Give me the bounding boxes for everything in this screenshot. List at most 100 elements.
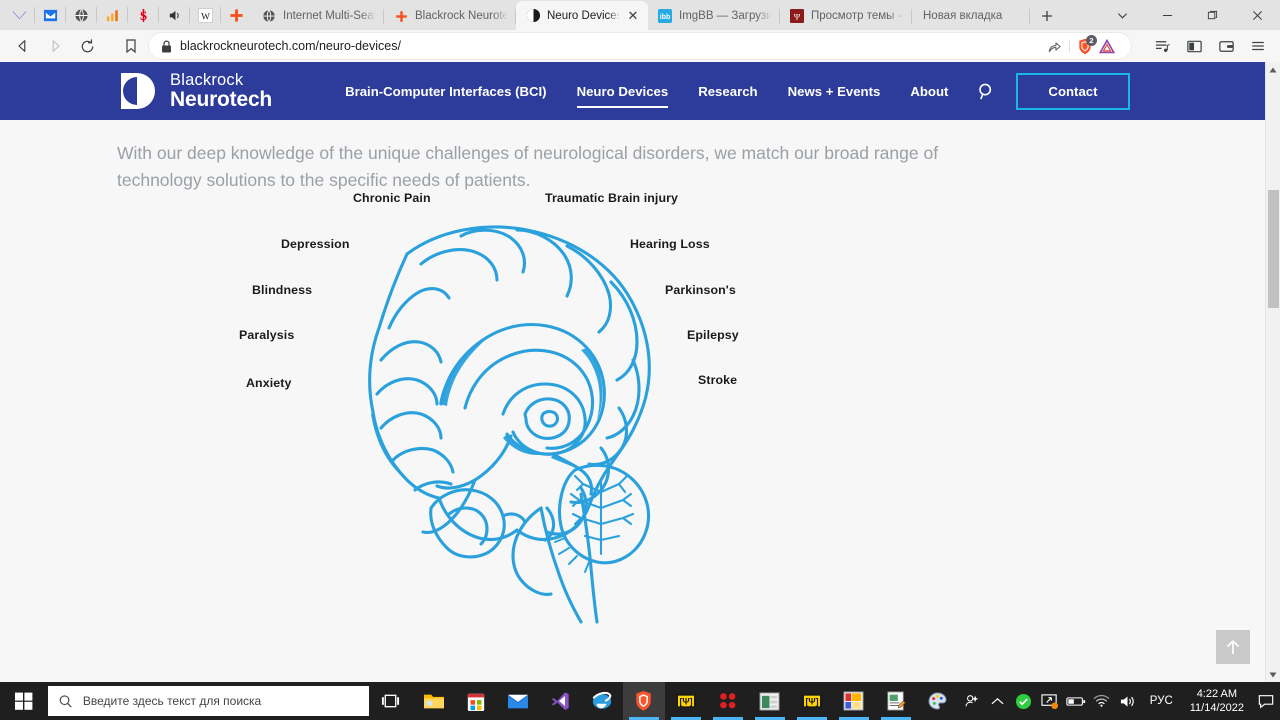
brain-label-depression: Depression <box>281 237 350 252</box>
tab-label: Просмотр темы - C <box>811 10 904 22</box>
task-view-button[interactable] <box>369 682 413 720</box>
sidebar-button[interactable] <box>1180 32 1208 60</box>
taskbar-brave[interactable] <box>622 682 665 720</box>
pinned-tab-speaker[interactable] <box>159 0 190 30</box>
people-button[interactable] <box>959 682 985 720</box>
new-tab-button[interactable] <box>1030 2 1064 30</box>
tab-close-button[interactable]: ✕ <box>626 9 640 22</box>
chevron-up-icon <box>991 697 1004 704</box>
nav-item-neuro-devices[interactable]: Neuro Devices <box>562 84 684 108</box>
tab-blackrock-neurotech[interactable]: Blackrock Neurotech <box>384 2 516 30</box>
display-settings-icon[interactable] <box>1037 682 1063 720</box>
bookmark-icon <box>126 39 136 54</box>
windows-icon <box>14 692 33 710</box>
taskbar-microsoft-store[interactable] <box>455 682 497 720</box>
maximize-icon <box>1207 10 1218 19</box>
back-to-top-button[interactable] <box>1216 630 1250 664</box>
scrollbar-up-arrow[interactable] <box>1266 62 1280 77</box>
nav-item-research[interactable]: Research <box>683 84 772 99</box>
taskbar-yellow-app-2[interactable]: [Ψ] <box>791 682 833 720</box>
search-icon <box>979 83 992 99</box>
people-icon <box>965 695 979 707</box>
battery-icon-wrap[interactable] <box>1063 682 1089 720</box>
reload-button[interactable] <box>72 31 102 61</box>
page-viewport: Blackrock Neurotech Brain-Computer Inter… <box>0 62 1280 682</box>
svg-text:[Ψ]: [Ψ] <box>679 697 692 707</box>
site-search-button[interactable] <box>977 82 996 101</box>
taskbar-visual-studio[interactable] <box>539 682 581 720</box>
pinned-tab-chart[interactable] <box>97 0 128 30</box>
taskbar-yellow-app[interactable]: [Ψ] <box>665 682 707 720</box>
system-tray: РУС 4:22 AM 11/14/2022 <box>959 682 1280 720</box>
close-button[interactable] <box>1235 0 1280 30</box>
tab-neuro-devices[interactable]: Neuro Devices ✕ <box>516 1 648 30</box>
forward-arrow-icon <box>52 40 60 52</box>
chevron-down-icon <box>1269 672 1277 677</box>
tab-new-tab[interactable]: Новая вкладка <box>912 2 1030 30</box>
site-logo[interactable]: Blackrock Neurotech <box>117 70 272 112</box>
wifi-icon-wrap[interactable] <box>1089 682 1115 720</box>
svg-text:W: W <box>201 12 210 22</box>
nav-item-about[interactable]: About <box>895 84 963 99</box>
pinned-tab-wikipedia[interactable]: W <box>190 0 221 30</box>
task-view-icon <box>382 694 400 708</box>
reload-icon <box>81 38 93 52</box>
pinned-tab-plus-orange[interactable] <box>221 0 252 30</box>
share-button[interactable] <box>1047 39 1062 54</box>
language-indicator[interactable]: РУС <box>1141 695 1182 707</box>
pinned-tab-globe[interactable] <box>66 0 97 30</box>
tab-forum-topic[interactable]: Ψ Просмотр темы - C <box>780 2 912 30</box>
security-status-icon[interactable] <box>1011 682 1037 720</box>
blackrock-icon <box>525 8 541 24</box>
forward-button[interactable] <box>40 31 70 61</box>
logo-line-1: Blackrock <box>170 71 244 89</box>
internet-explorer-icon <box>592 691 612 709</box>
pinned-tab-sparkasse[interactable]: S <box>128 0 159 30</box>
taskbar-internet-explorer[interactable] <box>581 682 623 720</box>
address-bar[interactable]: blackrockneurotech.com/neuro-devices/ | … <box>148 32 1132 60</box>
brave-shield-button[interactable]: 2 <box>1077 34 1097 55</box>
tab-strip: S W Internet Multi-Search Blackrock Neur… <box>0 0 1280 30</box>
contact-button[interactable]: Contact <box>1016 72 1130 110</box>
bookmark-button[interactable] <box>114 32 148 60</box>
start-button[interactable] <box>0 682 48 720</box>
site-navigation: Brain-Computer Interfaces (BCI) Neuro De… <box>330 72 1130 110</box>
tab-internet-multi-search[interactable]: Internet Multi-Search <box>252 2 384 30</box>
show-hidden-icons-button[interactable] <box>985 682 1011 720</box>
nav-item-news-events[interactable]: News + Events <box>773 84 896 99</box>
pinned-tab-mail-blue[interactable] <box>35 0 66 30</box>
color-panels-icon <box>843 691 864 711</box>
taskbar-red-dots-app[interactable] <box>707 682 749 720</box>
tab-label: ImgBB — Загрузить <box>679 10 772 22</box>
window-app-icon <box>759 691 780 711</box>
scrollbar-thumb[interactable] <box>1268 190 1279 308</box>
browser-toolbar: blackrockneurotech.com/neuro-devices/ | … <box>0 30 1280 62</box>
taskbar-mail[interactable] <box>497 682 539 720</box>
wifi-icon <box>1093 694 1110 707</box>
taskbar-search-box[interactable]: Введите здесь текст для поиска <box>47 686 369 716</box>
maximize-button[interactable] <box>1190 0 1235 30</box>
brain-label-hearing-loss: Hearing Loss <box>630 237 710 252</box>
volume-icon-wrap[interactable] <box>1115 682 1141 720</box>
back-button[interactable] <box>8 31 38 61</box>
extension-triangle-button[interactable] <box>1099 38 1115 54</box>
action-center-button[interactable] <box>1252 682 1280 720</box>
reading-list-button[interactable] <box>1148 32 1176 60</box>
pinned-tab-mail-purple[interactable] <box>4 0 35 30</box>
taskbar-window-app[interactable] <box>749 682 791 720</box>
taskbar-file-explorer[interactable] <box>413 682 455 720</box>
menu-button[interactable] <box>1244 32 1272 60</box>
wallet-button[interactable] <box>1212 32 1240 60</box>
tab-imgbb[interactable]: ibb ImgBB — Загрузить <box>648 2 780 30</box>
clock[interactable]: 4:22 AM 11/14/2022 <box>1182 687 1252 715</box>
tab-list-button[interactable] <box>1100 0 1145 30</box>
minimize-button[interactable] <box>1145 0 1190 30</box>
nav-item-bci[interactable]: Brain-Computer Interfaces (BCI) <box>330 84 562 99</box>
taskbar-color-panels-app[interactable] <box>833 682 875 720</box>
brain-label-anxiety: Anxiety <box>246 376 292 391</box>
scrollbar-down-arrow[interactable] <box>1266 667 1280 682</box>
taskbar-notes-app[interactable] <box>875 682 917 720</box>
page-scrollbar[interactable] <box>1265 62 1280 682</box>
taskbar-paint-app[interactable] <box>917 682 959 720</box>
chevron-down-icon <box>1117 12 1128 19</box>
